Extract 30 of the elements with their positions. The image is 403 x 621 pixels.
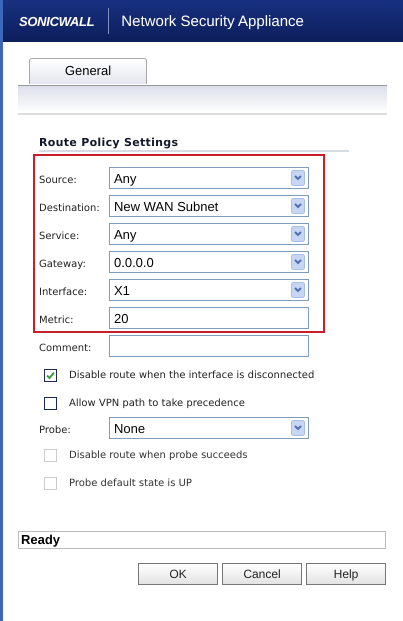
field-label: Interface:	[39, 286, 88, 298]
field-label: Probe:	[39, 424, 72, 436]
section-title: Route Policy Settings	[39, 136, 178, 149]
dropdown[interactable]: None	[109, 417, 309, 439]
checkbox[interactable]	[44, 396, 57, 410]
input-field[interactable]: 20	[109, 307, 309, 329]
dropdown[interactable]: New WAN Subnet	[109, 195, 309, 217]
window-title: Network Security Appliance	[121, 12, 304, 30]
status-bar: Ready	[18, 531, 386, 549]
dialog-button[interactable]: OK	[138, 563, 218, 585]
checkbox-label: Probe default state is UP	[69, 478, 192, 488]
dropdown[interactable]: 0.0.0.0	[109, 251, 309, 273]
dropdown[interactable]: X1	[109, 279, 309, 301]
field-label: Metric:	[39, 314, 74, 326]
field-label: Source:	[39, 174, 78, 186]
field-label: Comment:	[39, 342, 92, 354]
input-field[interactable]	[109, 335, 309, 357]
checkbox-label: Disable route when the interface is disconnected	[69, 370, 314, 380]
field-label: Service:	[39, 230, 80, 242]
checkbox[interactable]	[44, 368, 57, 382]
tab[interactable]: General	[29, 58, 147, 84]
checkbox-label: Allow VPN path to take precedence	[69, 398, 245, 408]
field-label: Gateway:	[39, 258, 87, 270]
brand-logo: SONICWALL	[19, 14, 94, 28]
dialog-button[interactable]: Help	[306, 563, 386, 585]
dropdown[interactable]: Any	[109, 223, 309, 245]
checkbox-label: Disable route when probe succeeds	[69, 450, 248, 460]
dialog-button[interactable]: Cancel	[222, 563, 302, 585]
field-label: Destination:	[39, 202, 101, 214]
dropdown[interactable]: Any	[109, 167, 309, 189]
